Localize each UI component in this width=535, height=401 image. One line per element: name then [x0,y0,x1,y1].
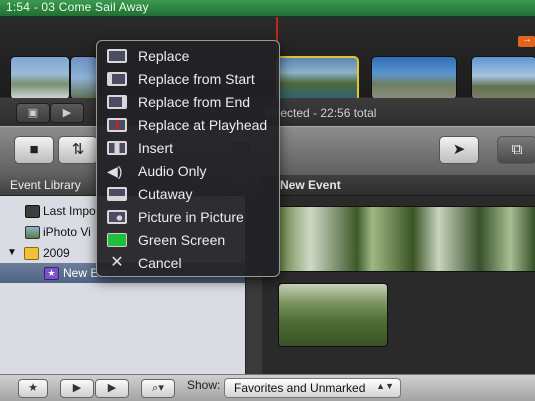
sidebar-item-label: 2009 [43,246,70,260]
menu-item-label: Replace at Playhead [138,117,268,133]
event-library-title: Event Library [10,178,81,192]
cutaway-icon [107,187,127,201]
project-library-button[interactable]: ▣ [16,103,50,123]
crop-icon: ⧉ [511,141,523,158]
title-text: 1:54 - 03 Come Sail Away [6,0,149,14]
play-icon: ▶ [62,107,72,119]
event-clip[interactable] [278,283,388,347]
star-event-icon: ★ [44,267,59,280]
crop-tool-button[interactable]: ⧉ [497,136,535,164]
menu-item-picture-in-picture[interactable]: Picture in Picture [97,206,279,229]
project-clip[interactable] [371,56,457,100]
menu-item-label: Replace from Start [138,71,255,87]
orange-arrow-button[interactable]: → [518,34,535,47]
menu-item-replace-from-start[interactable]: Replace from Start [97,68,279,91]
camera-import-button[interactable]: ■ [14,136,54,164]
swap-events-button[interactable]: ⇅ [58,136,98,164]
menu-item-cutaway[interactable]: Cutaway [97,183,279,206]
search-button[interactable]: ⌕▾ [141,379,175,398]
selection-status: selected - 22:56 total [265,106,377,120]
search-icon: ⌕▾ [152,382,164,394]
show-label: Show: [187,378,221,392]
play-icon: ▶ [72,382,82,394]
show-filter-select[interactable]: Favorites and Unmarked ▲▼ [224,378,401,398]
project-clip-selected[interactable] [276,56,359,102]
play-fullscreen-button[interactable]: ▶ [60,379,94,398]
star-icon: ★ [28,382,38,394]
camera-icon: ■ [29,141,39,158]
menu-item-label: Replace from End [138,94,251,110]
menu-item-replace-at-playhead[interactable]: Replace at Playhead [97,114,279,137]
arrow-icon: → [522,34,532,45]
arrow-tool-button[interactable]: ➤ [439,136,479,164]
select-arrows-icon: ▲▼ [376,381,394,391]
menu-item-label: Cutaway [138,186,193,202]
speaker-icon: ◀) [107,163,123,179]
menu-item-replace[interactable]: Replace [97,45,279,68]
title-bar: 1:54 - 03 Come Sail Away [0,0,535,17]
play-icon: ▶ [107,382,117,394]
drop-action-menu: Replace Replace from Start Replace from … [96,40,280,277]
replace-at-playhead-icon [107,118,127,132]
menu-item-insert[interactable]: Insert [97,137,279,160]
menu-item-label: Green Screen [138,232,226,248]
event-title: New Event [280,178,341,192]
pointer-icon: ➤ [452,141,466,158]
project-clip[interactable] [70,56,98,100]
green-screen-icon [107,233,127,247]
film-icon [25,205,40,218]
close-icon: ✕ [110,254,124,271]
swap-icon: ⇅ [71,141,85,158]
menu-item-label: Cancel [138,255,182,271]
play-project-button[interactable]: ▶ [50,103,84,123]
sidebar-item-label: Last Impo [43,204,96,218]
picture-in-picture-icon [107,210,127,224]
grid-icon: ▣ [27,107,39,119]
show-filter-value: Favorites and Unmarked [234,381,366,395]
project-clip[interactable] [10,56,70,100]
menu-item-label: Insert [138,140,174,156]
calendar-icon [24,247,39,260]
event-clip-filmstrip[interactable] [279,206,535,272]
show-hide-library-button[interactable]: ★ [18,379,48,398]
replace-from-end-icon [107,95,127,109]
menu-item-replace-from-end[interactable]: Replace from End [97,91,279,114]
menu-item-green-screen[interactable]: Green Screen [97,229,279,252]
menu-item-label: Audio Only [138,163,207,179]
menu-item-audio-only[interactable]: ◀) Audio Only [97,160,279,183]
menu-item-label: Picture in Picture [138,209,244,225]
insert-icon [107,141,127,155]
event-browser-header: New Event [262,175,535,196]
disclosure-triangle-icon[interactable]: ▼ [7,247,17,258]
menu-item-cancel[interactable]: ✕ Cancel [97,252,279,275]
replace-icon [107,49,127,63]
play-button[interactable]: ▶ [95,379,129,398]
menu-item-label: Replace [138,48,190,64]
replace-from-start-icon [107,72,127,86]
sidebar-item-label: iPhoto Vi [43,225,91,239]
photo-icon [25,226,40,239]
project-clip[interactable] [471,56,535,100]
